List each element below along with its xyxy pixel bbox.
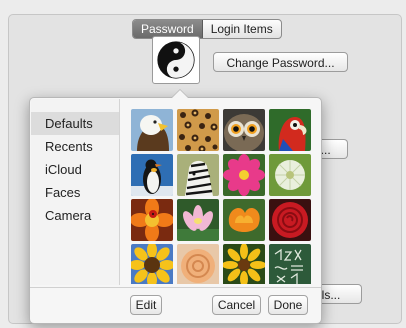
sidebar-item-camera[interactable]: Camera xyxy=(31,204,119,227)
change-password-button[interactable]: Change Password... xyxy=(213,52,348,72)
pink-flower-picture[interactable] xyxy=(223,154,265,196)
peach-rose-picture[interactable] xyxy=(177,244,219,284)
sidebar-item-icloud[interactable]: iCloud xyxy=(31,158,119,181)
edit-button[interactable]: Edit xyxy=(130,295,162,315)
done-button[interactable]: Done xyxy=(268,295,308,315)
user-picture-button[interactable] xyxy=(152,36,200,84)
lotus-picture[interactable] xyxy=(177,199,219,241)
parrot-picture[interactable] xyxy=(269,109,311,151)
eagle-picture[interactable] xyxy=(131,109,173,151)
dandelion-picture[interactable] xyxy=(269,154,311,196)
ladybug-flower-picture[interactable] xyxy=(131,199,173,241)
rose-picture[interactable] xyxy=(269,199,311,241)
picture-picker-popover: Defaults Recents iCloud Faces Camera Edi… xyxy=(29,89,322,324)
owl-picture[interactable] xyxy=(223,109,265,151)
tab-login-items[interactable]: Login Items xyxy=(203,20,281,38)
sidebar-item-faces[interactable]: Faces xyxy=(31,181,119,204)
popover-footer: Edit Cancel Done xyxy=(30,287,321,324)
chalkboard-picture[interactable] xyxy=(269,244,311,284)
yin-yang-icon xyxy=(157,41,195,79)
leopard-picture[interactable] xyxy=(177,109,219,151)
cancel-button[interactable]: Cancel xyxy=(212,295,261,315)
picture-grid xyxy=(131,109,311,284)
sidebar-item-defaults[interactable]: Defaults xyxy=(31,112,119,135)
zebra-picture[interactable] xyxy=(177,154,219,196)
popover-arrow xyxy=(171,89,189,98)
sidebar-item-recents[interactable]: Recents xyxy=(31,135,119,158)
penguin-picture[interactable] xyxy=(131,154,173,196)
orange-flower-picture[interactable] xyxy=(223,199,265,241)
picture-source-sidebar: Defaults Recents iCloud Faces Camera xyxy=(31,99,120,285)
sunflower-picture[interactable] xyxy=(131,244,173,284)
daisy-picture[interactable] xyxy=(223,244,265,284)
